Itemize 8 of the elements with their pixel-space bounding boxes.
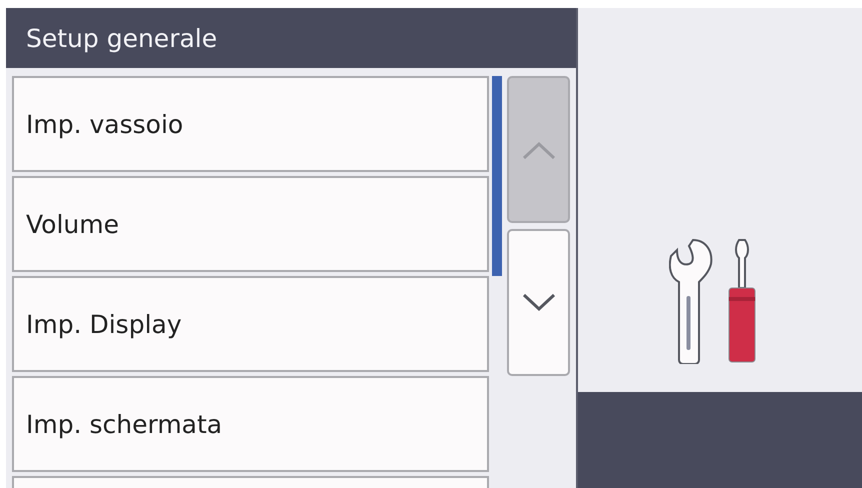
menu-item[interactable]: Volume	[12, 176, 489, 272]
screen-title: Setup generale	[6, 8, 576, 68]
scroll-down-button[interactable]	[507, 229, 570, 376]
chevron-up-icon	[522, 140, 556, 160]
menu-item[interactable]: Imp. vassoio	[12, 76, 489, 172]
menu-item[interactable]: Imp. Display	[12, 276, 489, 372]
menu-item[interactable]: Imp. schermata	[12, 376, 489, 472]
chevron-down-icon	[522, 292, 556, 312]
